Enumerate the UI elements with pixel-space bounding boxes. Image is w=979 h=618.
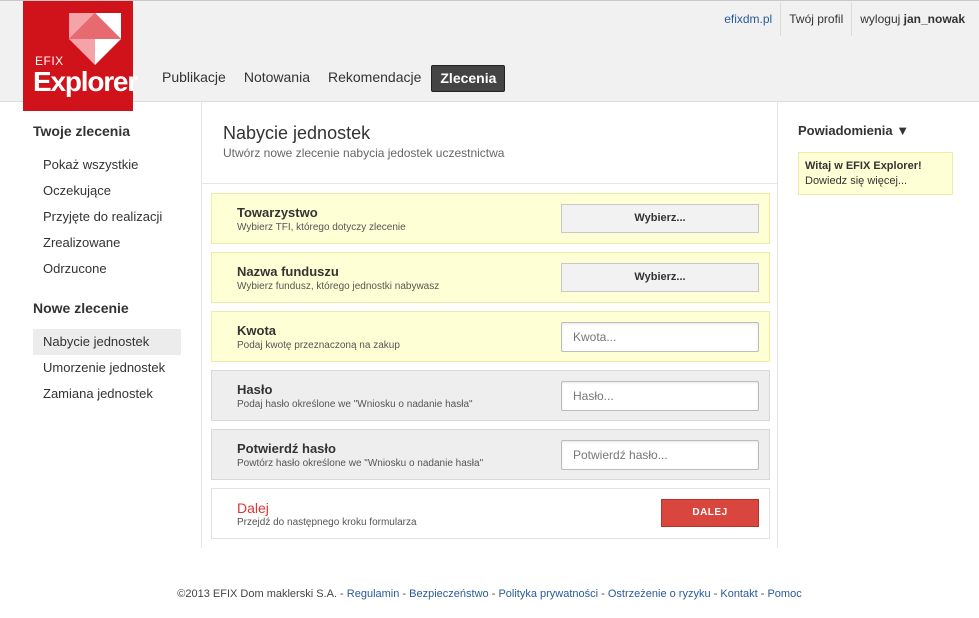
content-header: Nabycie jednostek Utwórz nowe zlecenie n…	[202, 102, 777, 184]
amount-input[interactable]: Kwota...	[561, 322, 759, 352]
logo-explorer: Explorer	[33, 66, 138, 97]
field-description: Powtórz hasło określone we "Wniosku o na…	[237, 458, 484, 469]
footer-link-privacy[interactable]: Polityka prywatności	[498, 588, 598, 600]
main-nav: Publikacje Notowania Rekomendacje Zlecen…	[154, 65, 507, 92]
form-row-amount: Kwota Podaj kwotę przeznaczoną na zakup …	[211, 311, 770, 362]
leftnav-item-accepted[interactable]: Przyjęte do realizacji	[33, 204, 181, 230]
footer-link-security[interactable]: Bezpieczeństwo	[409, 588, 489, 600]
page-title: Nabycie jednostek	[223, 123, 371, 143]
username: jan_nowak	[903, 12, 965, 26]
footer-link-terms[interactable]: Regulamin	[347, 588, 400, 600]
top-links: efixdm.pl Twój profil wyloguj jan_nowak	[716, 2, 979, 36]
logo[interactable]: EFIX Explorer	[23, 1, 138, 111]
logout-label: wyloguj	[860, 12, 901, 26]
select-company-button[interactable]: Wybierz...	[561, 204, 759, 233]
section-title-orders: Twoje zlecenia	[33, 123, 130, 139]
site-link[interactable]: efixdm.pl	[716, 2, 780, 36]
learn-more-link[interactable]: Dowiedz się więcej...	[805, 175, 907, 187]
form-row-confirm-password: Potwierdź hasło Powtórz hasło określone …	[211, 429, 770, 480]
nav-notowania[interactable]: Notowania	[236, 65, 318, 92]
field-label: Dalej	[237, 500, 269, 516]
notice-headline: Witaj w EFIX Explorer!	[805, 160, 922, 172]
select-fund-button[interactable]: Wybierz...	[561, 263, 759, 292]
notifications-toggle[interactable]: Powiadomienia ▼	[798, 123, 958, 138]
field-label: Hasło	[237, 382, 273, 397]
field-description: Podaj hasło określone we "Wniosku o nada…	[237, 399, 473, 410]
form-row-password: Hasło Podaj hasło określone we "Wniosku …	[211, 370, 770, 421]
field-label: Nazwa funduszu	[237, 264, 339, 279]
field-description: Wybierz fundusz, którego jednostki nabyw…	[237, 281, 440, 292]
password-input[interactable]: Hasło...	[561, 381, 759, 411]
form-row-company: Towarzystwo Wybierz TFI, którego dotyczy…	[211, 193, 770, 244]
leftnav-item-rejected[interactable]: Odrzucone	[33, 256, 181, 282]
form-row-fund: Nazwa funduszu Wybierz fundusz, którego …	[211, 252, 770, 303]
main-content: Nabycie jednostek Utwórz nowe zlecenie n…	[201, 102, 778, 548]
nav-rekomendacje[interactable]: Rekomendacje	[320, 65, 429, 92]
form-row-next: Dalej Przejdź do następnego kroku formul…	[211, 488, 770, 539]
nav-publikacje[interactable]: Publikacje	[154, 65, 234, 92]
section-title-new-order: Nowe zlecenie	[33, 300, 129, 316]
leftnav-item-redemption[interactable]: Umorzenie jednostek	[33, 355, 181, 381]
field-description: Podaj kwotę przeznaczoną na zakup	[237, 340, 400, 351]
confirm-password-input[interactable]: Potwierdź hasło...	[561, 440, 759, 470]
logo-triangles-icon	[69, 13, 121, 65]
field-label: Potwierdź hasło	[237, 441, 336, 456]
leftnav-item-purchase[interactable]: Nabycie jednostek	[33, 329, 181, 355]
footer: ©2013 EFIX Dom maklerski S.A. - Regulami…	[177, 588, 802, 600]
logout-link[interactable]: wyloguj jan_nowak	[851, 2, 979, 36]
leftnav-item-exchange[interactable]: Zamiana jednostek	[33, 381, 181, 407]
leftnav-item-completed[interactable]: Zrealizowane	[33, 230, 181, 256]
copyright: ©2013 EFIX Dom maklerski S.A.	[177, 588, 337, 600]
profile-link[interactable]: Twój profil	[780, 2, 851, 36]
footer-link-risk[interactable]: Ostrzeżenie o ryzyku	[608, 588, 711, 600]
top-bar: efixdm.pl Twój profil wyloguj jan_nowak …	[0, 0, 979, 102]
left-nav: Twoje zlecenia Pokaż wszystkie Oczekując…	[33, 123, 181, 407]
field-description: Przejdź do następnego kroku formularza	[237, 517, 417, 528]
nav-zlecenia[interactable]: Zlecenia	[431, 65, 506, 92]
leftnav-item-show-all[interactable]: Pokaż wszystkie	[33, 152, 181, 178]
leftnav-item-pending[interactable]: Oczekujące	[33, 178, 181, 204]
page-subtitle: Utwórz nowe zlecenie nabycia jedostek uc…	[223, 146, 505, 160]
footer-link-contact[interactable]: Kontakt	[720, 588, 757, 600]
field-description: Wybierz TFI, którego dotyczy zlecenie	[237, 222, 406, 233]
field-label: Towarzystwo	[237, 205, 318, 220]
next-button[interactable]: DALEJ	[661, 499, 759, 527]
notifications-panel: Powiadomienia ▼ Witaj w EFIX Explorer! D…	[798, 123, 958, 195]
footer-link-help[interactable]: Pomoc	[767, 588, 801, 600]
field-label: Kwota	[237, 323, 276, 338]
welcome-notice: Witaj w EFIX Explorer! Dowiedz się więce…	[798, 152, 953, 195]
